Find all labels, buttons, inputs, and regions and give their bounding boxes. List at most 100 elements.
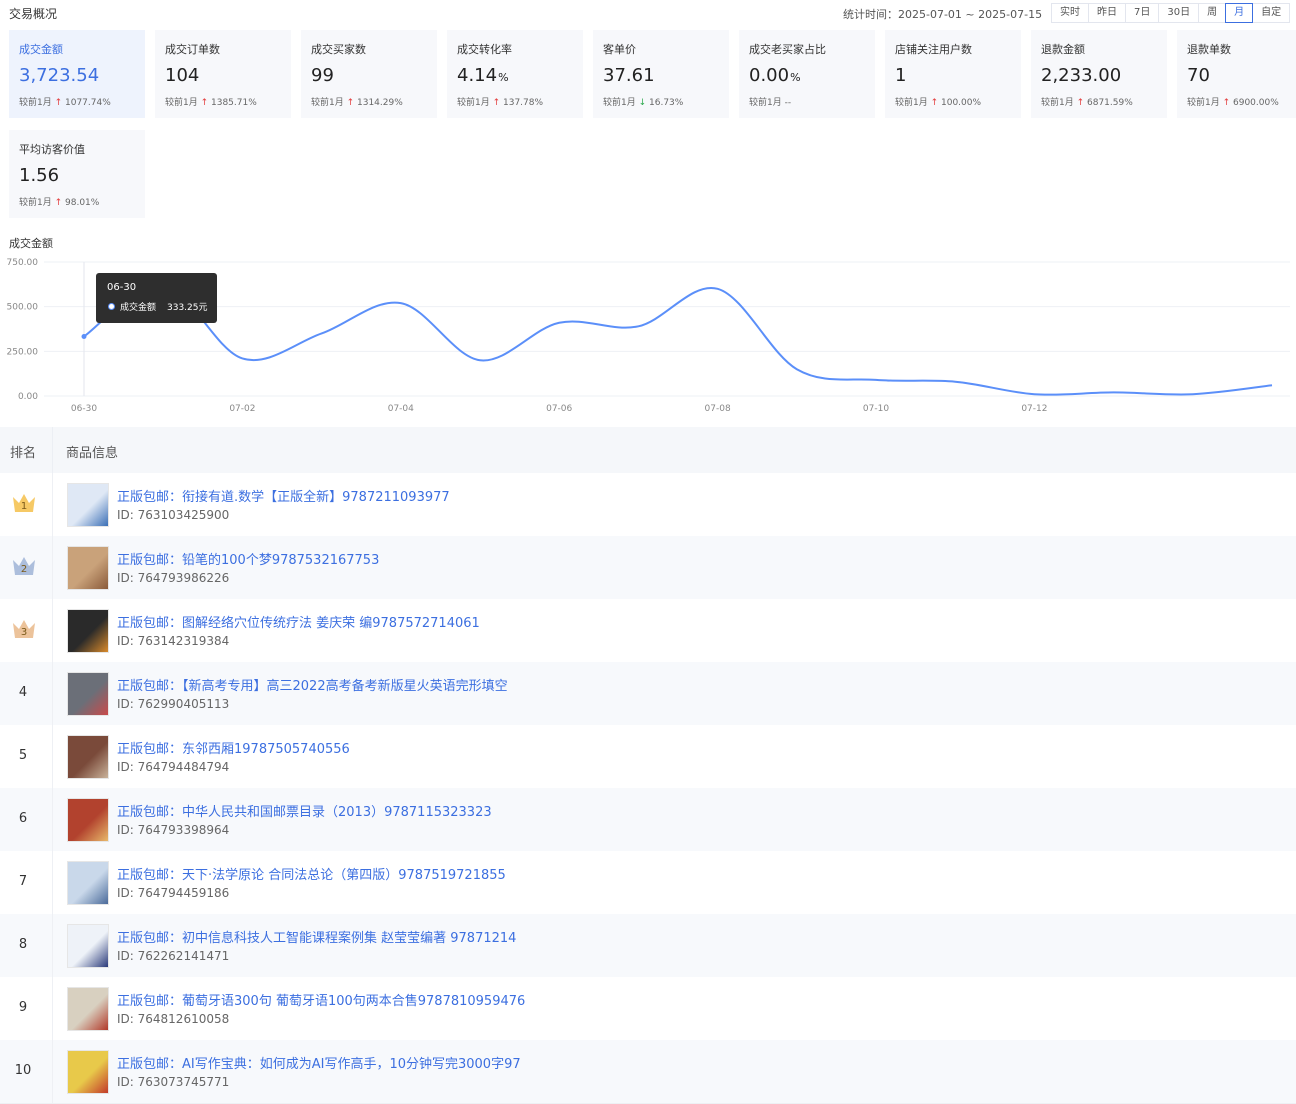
- product-thumbnail[interactable]: [67, 546, 109, 590]
- table-row[interactable]: 1 正版包邮：衔接有道.数学【正版全新】9787211093977 ID: 7631…: [0, 473, 1296, 537]
- product-name-link[interactable]: 正版包邮：中华人民共和国邮票目录（2013）9787115323323: [117, 801, 492, 820]
- product-name-link[interactable]: 正版包邮：天下·法学原论 合同法总论（第四版）9787519721855: [117, 864, 506, 883]
- table-row[interactable]: 6 正版包邮：中华人民共和国邮票目录（2013）9787115323323 ID: …: [0, 788, 1296, 852]
- crown-icon: 3: [13, 620, 35, 638]
- product-thumbnail[interactable]: [67, 609, 109, 653]
- product-name-link[interactable]: 正版包邮：初中信息科技人工智能课程案例集 赵莹莹编著 97871214: [117, 927, 516, 946]
- metric-card-3[interactable]: 成交转化率 4.14% 较前1月 ↑ 137.78%: [447, 30, 583, 118]
- rank-cell: 10: [0, 1040, 53, 1103]
- product-id: ID: 764794459186: [117, 886, 230, 900]
- metric-card-4[interactable]: 客单价 37.61 较前1月 ↓ 16.73%: [593, 30, 729, 118]
- metric-label: 平均访客价值: [19, 143, 85, 156]
- product-thumbnail[interactable]: [67, 987, 109, 1031]
- product-id: ID: 764793398964: [117, 823, 230, 837]
- metric-number: 1: [895, 65, 907, 86]
- metric-label: 店铺关注用户数: [895, 43, 972, 56]
- metric-label: 成交转化率: [457, 43, 512, 56]
- data-point[interactable]: [81, 333, 87, 339]
- range-button-0[interactable]: 实时: [1051, 3, 1089, 23]
- metric-card-2[interactable]: 成交买家数 99 较前1月 ↑ 1314.29%: [301, 30, 437, 118]
- table-row[interactable]: 2 正版包邮：铅笔的100个梦9787532167753 ID: 764793986…: [0, 536, 1296, 600]
- range-button-4[interactable]: 周: [1198, 3, 1227, 23]
- range-button-2[interactable]: 7日: [1125, 3, 1160, 23]
- top-bar: 交易概况 统计时间：2025-07-01 ~ 2025-07-15 实时 昨日 7日…: [0, 0, 1296, 26]
- compare-change: 6871.59%: [1087, 98, 1133, 108]
- metric-compare: 较前1月 ↑ 1385.71%: [165, 95, 257, 108]
- metric-number: 1.56: [19, 165, 60, 186]
- table-header: 排名 商品信息: [0, 427, 1296, 473]
- arrow-up-icon: ↑: [927, 98, 941, 108]
- compare-change: 1077.74%: [65, 98, 111, 108]
- product-id: ID: 762990405113: [117, 697, 230, 711]
- table-row[interactable]: 5 正版包邮：东邻西厢19787505740556 ID: 764794484794: [0, 725, 1296, 789]
- rank-cell: 7: [0, 851, 53, 914]
- metric-number: 70: [1187, 65, 1210, 86]
- range-button-3[interactable]: 30日: [1158, 3, 1200, 23]
- table-row[interactable]: 10 正版包邮：AI写作宝典：如何成为AI写作高手，10分钟写完3000字97 ID…: [0, 1040, 1296, 1104]
- metric-card-8[interactable]: 退款单数 70 较前1月 ↑ 6900.00%: [1177, 30, 1296, 118]
- product-thumbnail[interactable]: [67, 735, 109, 779]
- product-thumbnail[interactable]: [67, 924, 109, 968]
- metric-number: 37.61: [603, 65, 655, 86]
- metric-card-5[interactable]: 成交老买家占比 0.00% 较前1月 --: [739, 30, 875, 118]
- tooltip-date: 06-30: [107, 282, 137, 293]
- rank-number: 5: [18, 748, 28, 763]
- metric-label: 成交订单数: [165, 43, 220, 56]
- metric-number: 99: [311, 65, 334, 86]
- table-row[interactable]: 9 正版包邮：葡萄牙语300句 葡萄牙语100句两本合售9787810959476…: [0, 977, 1296, 1041]
- range-button-1[interactable]: 昨日: [1088, 3, 1126, 23]
- compare-label: 较前1月: [1041, 98, 1074, 108]
- product-name-link[interactable]: 正版包邮：图解经络穴位传统疗法 姜庆荣 编9787572714061: [117, 612, 480, 631]
- product-name-link[interactable]: 正版包邮：东邻西厢19787505740556: [117, 738, 350, 757]
- metric-card-7[interactable]: 退款金额 2,233.00 较前1月 ↑ 6871.59%: [1031, 30, 1167, 118]
- series-line: [83, 284, 1273, 396]
- metric-compare: 较前1月 ↑ 1314.29%: [311, 95, 403, 108]
- metric-card-0[interactable]: 成交金额 3,723.54 较前1月 ↑ 1077.74%: [9, 30, 145, 118]
- table-row[interactable]: 7 正版包邮：天下·法学原论 合同法总论（第四版）9787519721855 ID:…: [0, 851, 1296, 915]
- arrow-up-icon: ↑: [343, 98, 357, 108]
- product-name-link[interactable]: 正版包邮：葡萄牙语300句 葡萄牙语100句两本合售9787810959476: [117, 990, 525, 1009]
- tooltip-label: 成交金额: [120, 303, 157, 313]
- product-id: ID: 764794484794: [117, 760, 230, 774]
- product-thumbnail[interactable]: [67, 798, 109, 842]
- range-button-5[interactable]: 月: [1225, 3, 1254, 23]
- product-thumbnail[interactable]: [67, 1050, 109, 1094]
- product-name-link[interactable]: 正版包邮：【新高考专用】高三2022高考备考新版星火英语完形填空: [117, 675, 508, 694]
- product-thumbnail[interactable]: [67, 483, 109, 527]
- chart-title: 成交金额: [9, 237, 53, 250]
- metric-unit: %: [498, 71, 509, 84]
- arrow-up-icon: ↑: [51, 98, 65, 108]
- metric-card-6[interactable]: 店铺关注用户数 1 较前1月 ↑ 100.00%: [885, 30, 1021, 118]
- product-name-link[interactable]: 正版包邮：衔接有道.数学【正版全新】9787211093977: [117, 486, 450, 505]
- product-thumbnail[interactable]: [67, 861, 109, 905]
- compare-label: 较前1月: [1187, 98, 1220, 108]
- rank-number: 1: [21, 501, 27, 512]
- compare-change: 100.00%: [941, 98, 982, 108]
- metric-card-1[interactable]: 成交订单数 104 较前1月 ↑ 1385.71%: [155, 30, 291, 118]
- metric-card-9[interactable]: 平均访客价值 1.56 较前1月 ↑ 98.01%: [9, 130, 145, 218]
- table-row[interactable]: 8 正版包邮：初中信息科技人工智能课程案例集 赵莹莹编著 97871214 ID: …: [0, 914, 1296, 978]
- y-tick-label: 0.00: [18, 392, 38, 402]
- range-button-6[interactable]: 自定: [1252, 3, 1291, 23]
- metric-value: 1: [895, 65, 906, 86]
- product-name-link[interactable]: 正版包邮：AI写作宝典：如何成为AI写作高手，10分钟写完3000字97: [117, 1053, 521, 1072]
- product-thumbnail[interactable]: [67, 672, 109, 716]
- x-tick-label: 07-08: [705, 404, 731, 414]
- table-row[interactable]: 3 正版包邮：图解经络穴位传统疗法 姜庆荣 编9787572714061 ID: 7…: [0, 599, 1296, 663]
- metric-compare: 较前1月 ↑ 1077.74%: [19, 95, 111, 108]
- compare-change: 1385.71%: [211, 98, 257, 108]
- x-tick-label: 07-06: [546, 404, 572, 414]
- metric-value: 104: [165, 65, 199, 86]
- table-row[interactable]: 4 正版包邮：【新高考专用】高三2022高考备考新版星火英语完形填空 ID: 762…: [0, 662, 1296, 726]
- rank-cell: 2: [0, 536, 53, 599]
- range-button-group: 实时 昨日 7日 30日周月自定: [1051, 3, 1291, 23]
- metric-value: 2,233.00: [1041, 65, 1121, 86]
- product-id: ID: 764793986226: [117, 571, 230, 585]
- x-tick-label: 07-10: [863, 404, 889, 414]
- rank-cell: 3: [0, 599, 53, 662]
- product-name-link[interactable]: 正版包邮：铅笔的100个梦9787532167753: [117, 549, 379, 568]
- compare-change: 98.01%: [65, 198, 100, 208]
- stat-time-range: 统计时间：2025-07-01 ~ 2025-07-15: [843, 8, 1043, 21]
- metric-label: 退款单数: [1187, 43, 1231, 56]
- metric-label: 成交老买家占比: [749, 43, 826, 56]
